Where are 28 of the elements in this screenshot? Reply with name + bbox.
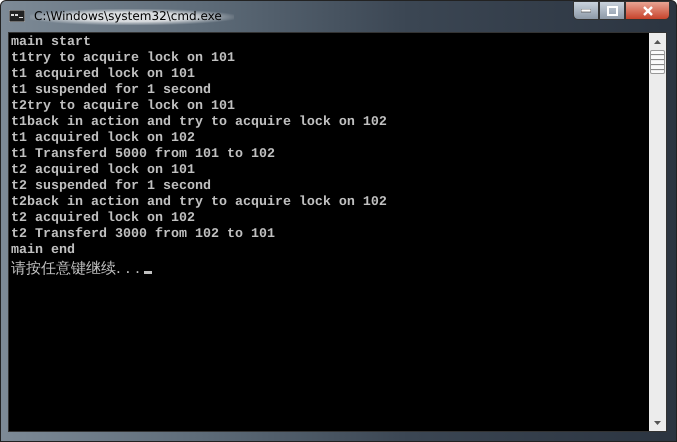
text-cursor (144, 271, 152, 274)
console-icon (9, 10, 25, 22)
scrollbar[interactable] (649, 33, 666, 431)
console-line: 请按任意键继续. . . (11, 259, 140, 277)
close-icon (642, 6, 654, 16)
minimize-button[interactable] (573, 1, 599, 20)
console-line: t1try to acquire lock on 101 (11, 51, 236, 67)
minimize-icon (581, 8, 591, 12)
maximize-icon (606, 6, 618, 16)
console-line: t2 acquired lock on 102 (11, 211, 196, 227)
console-line: t1 Transferd 5000 from 101 to 102 (11, 147, 276, 163)
console-line: t1 acquired lock on 101 (11, 67, 196, 83)
console-line: t2 Transferd 3000 from 102 to 101 (11, 227, 276, 243)
scroll-thumb[interactable] (650, 50, 665, 74)
console-line: t2try to acquire lock on 101 (11, 99, 236, 115)
console-line: t1 suspended for 1 second (11, 83, 212, 99)
scroll-up-icon[interactable] (654, 40, 661, 44)
console-line: t2 acquired lock on 101 (11, 163, 196, 179)
window-title: C:\Windows\system32\cmd.exe (30, 9, 234, 25)
close-button[interactable] (625, 1, 670, 20)
console-line: main start (11, 35, 92, 51)
console-line: t2 suspended for 1 second (11, 179, 212, 195)
maximize-button[interactable] (599, 1, 625, 20)
console-line: t2back in action and try to acquire lock on 102 (11, 195, 388, 211)
console-line: main end (11, 243, 76, 259)
console-line: t1 acquired lock on 102 (11, 131, 196, 147)
scroll-down-icon[interactable] (654, 420, 661, 424)
console-line: t1back in action and try to acquire lock on 102 (11, 115, 388, 131)
